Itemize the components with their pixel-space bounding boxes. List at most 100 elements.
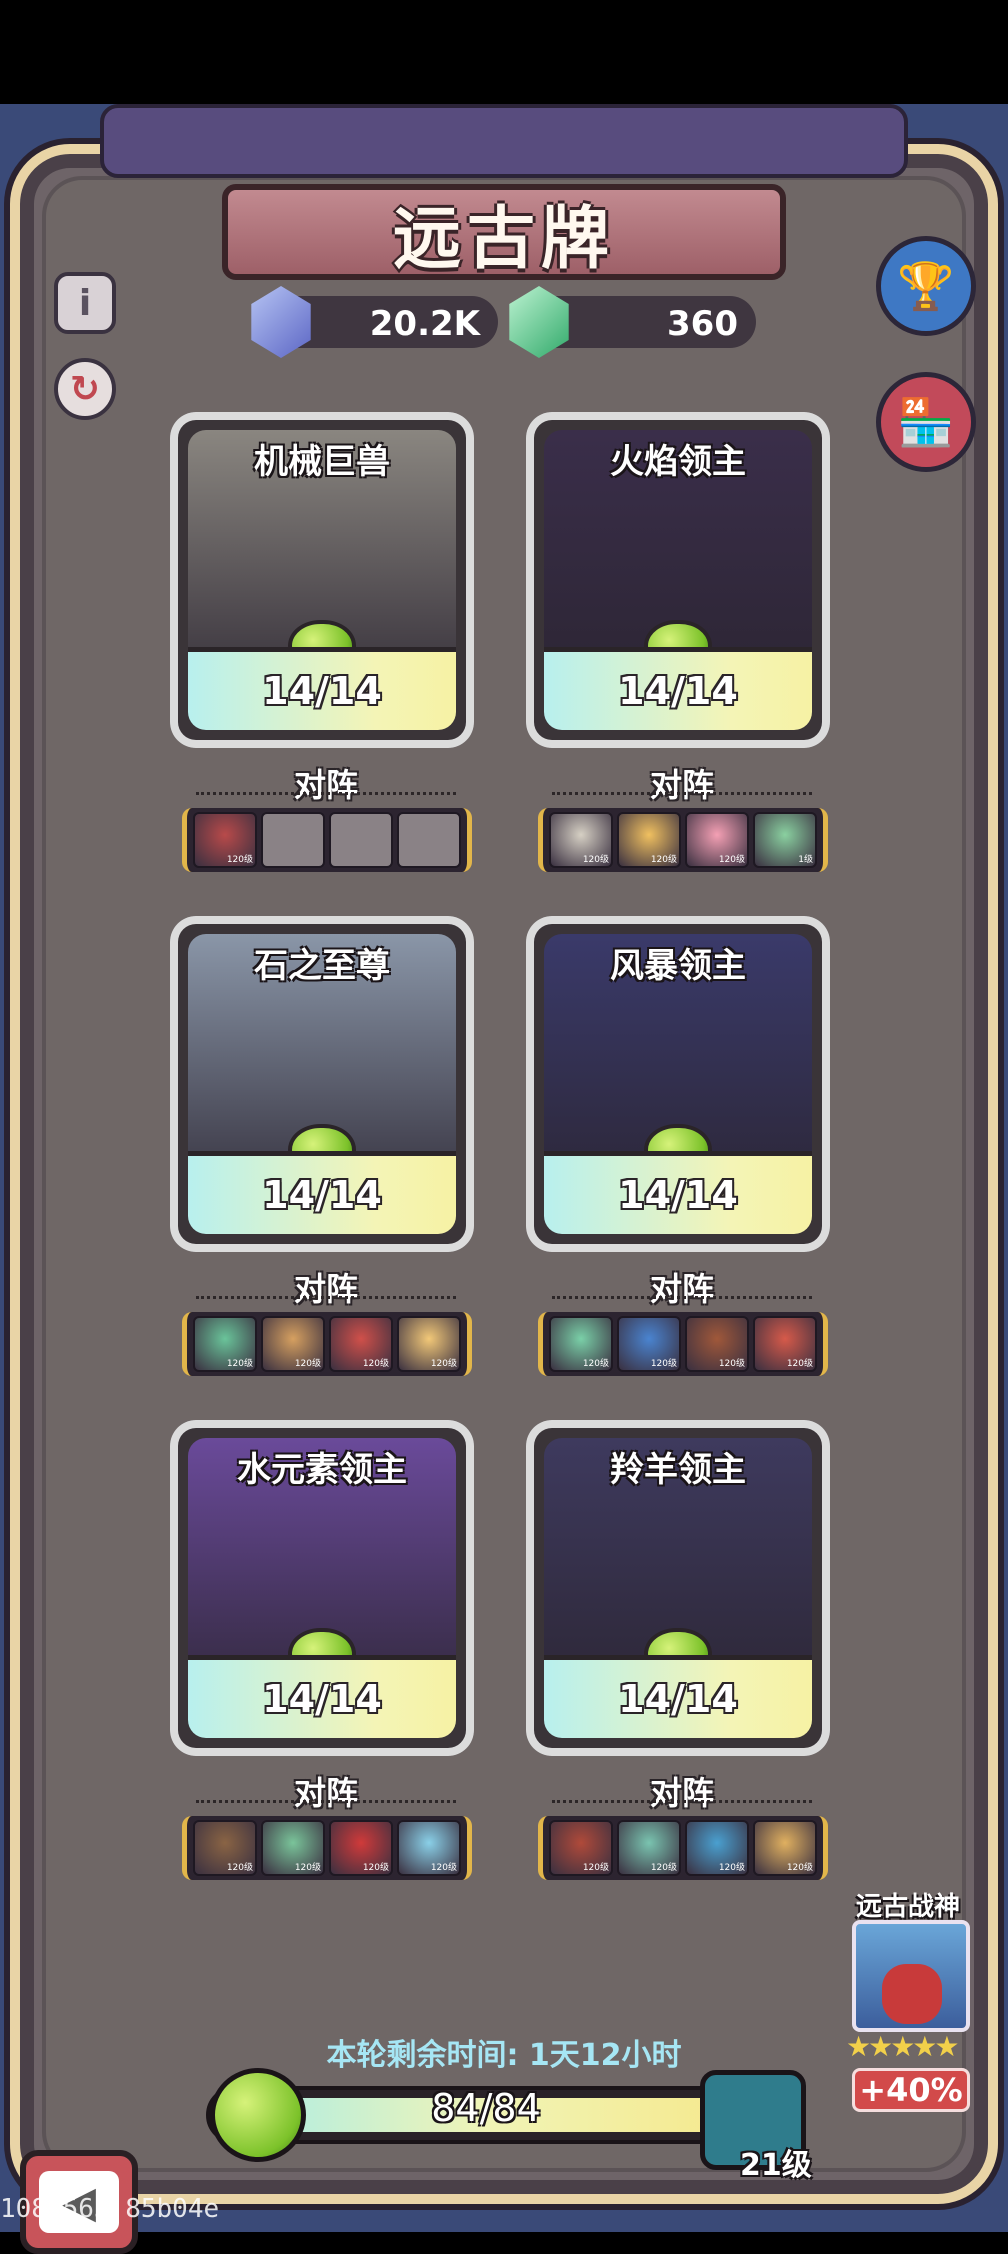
- hero-level: 120级: [226, 1863, 253, 1873]
- hero-level: 120级: [294, 1359, 321, 1369]
- lineup-row-4[interactable]: 120级 120级 120级 120级: [538, 1312, 828, 1376]
- boss-progress-text: 14/14: [262, 1677, 382, 1721]
- green-gem-counter: 360: [509, 286, 756, 358]
- lineup-row-2[interactable]: 120级 120级 120级 1级: [538, 808, 828, 872]
- hero-slot[interactable]: 120级: [397, 1316, 461, 1372]
- hero-level: 120级: [650, 1359, 677, 1369]
- ancient-god-portrait[interactable]: [852, 1920, 970, 2032]
- hero-slot[interactable]: 120级: [549, 1820, 613, 1876]
- hero-level: 120级: [718, 855, 745, 865]
- title-banner: 远古牌: [222, 184, 786, 280]
- hero-slot[interactable]: 120级: [261, 1820, 325, 1876]
- hero-slot[interactable]: 120级: [617, 1316, 681, 1372]
- hero-level: 120级: [430, 1863, 457, 1873]
- boss-progress-text: 14/14: [262, 1173, 382, 1217]
- refresh-icon: ↻: [69, 368, 101, 410]
- boss-card-3[interactable]: 石之至尊 14/14: [170, 916, 474, 1252]
- lineup-row-6[interactable]: 120级 120级 120级 120级: [538, 1816, 828, 1880]
- refresh-button[interactable]: ↻: [54, 358, 116, 420]
- lineup-label: 对阵: [649, 1270, 714, 1308]
- hero-slot[interactable]: 120级: [549, 1316, 613, 1372]
- hero-level: 120级: [582, 855, 609, 865]
- hero-slot[interactable]: 120级: [329, 1820, 393, 1876]
- boss-name: 水元素领主: [237, 1450, 407, 1490]
- round-timer: 本轮剩余时间: 1天12小时: [326, 2038, 682, 2073]
- boss-progress-bar: 14/14: [188, 647, 456, 730]
- boss-progress-bar: 14/14: [544, 1655, 812, 1738]
- hero-slot[interactable]: 120级: [753, 1316, 817, 1372]
- boss-progress-bar: 14/14: [188, 1655, 456, 1738]
- hero-level: 1级: [798, 855, 813, 865]
- hero-slot[interactable]: 120级: [397, 1820, 461, 1876]
- hero-slot[interactable]: 120级: [617, 1820, 681, 1876]
- green-gem-value: 360: [667, 304, 738, 344]
- hero-slot[interactable]: 120级: [685, 812, 749, 868]
- bull-head-icon: [882, 1964, 942, 2024]
- page-title: 远古牌: [392, 199, 615, 279]
- level-label: 21级: [740, 2148, 812, 2183]
- lineup-label: 对阵: [649, 1774, 714, 1812]
- boss-card-6[interactable]: 羚羊领主 14/14: [526, 1420, 830, 1756]
- build-watermark: 1087563 85b04e: [0, 2194, 220, 2224]
- boss-name: 石之至尊: [254, 946, 390, 986]
- hero-slot[interactable]: 1级: [753, 812, 817, 868]
- hero-level: 120级: [718, 1359, 745, 1369]
- ancient-god-title: 远古战神: [856, 1892, 961, 1922]
- divider: [552, 792, 812, 795]
- hero-level: 120级: [582, 1359, 609, 1369]
- hero-slot[interactable]: 120级: [617, 812, 681, 868]
- divider: [196, 1800, 456, 1803]
- info-button[interactable]: i: [54, 272, 116, 334]
- hero-level: 120级: [226, 855, 253, 865]
- boss-card-2[interactable]: 火焰领主 14/14: [526, 412, 830, 748]
- bean-icon: [210, 2068, 306, 2162]
- lineup-label: 对阵: [293, 1270, 358, 1308]
- hero-level: 120级: [294, 1863, 321, 1873]
- top-bar: [100, 104, 908, 178]
- blue-gem-value: 20.2K: [369, 304, 480, 344]
- hero-level: 120级: [226, 1359, 253, 1369]
- hero-level: 120级: [650, 1863, 677, 1873]
- empty-hero-slot[interactable]: [397, 812, 461, 868]
- hero-slot[interactable]: 120级: [685, 1316, 749, 1372]
- lineup-row-5[interactable]: 120级 120级 120级 120级: [182, 1816, 472, 1880]
- hero-level: 120级: [362, 1863, 389, 1873]
- hero-slot[interactable]: 120级: [329, 1316, 393, 1372]
- lineup-row-3[interactable]: 120级 120级 120级 120级: [182, 1312, 472, 1376]
- boss-card-5[interactable]: 水元素领主 14/14: [170, 1420, 474, 1756]
- game-stage: 远古牌 20.2K 360 i ↻ 🏆 🏪 机械巨兽 14/14 火焰领主 14…: [0, 104, 1008, 2254]
- shop-button[interactable]: 🏪: [876, 372, 976, 472]
- lineup-label: 对阵: [649, 766, 714, 804]
- hero-level: 120级: [582, 1863, 609, 1873]
- empty-hero-slot[interactable]: [329, 812, 393, 868]
- boss-progress-text: 14/14: [262, 669, 382, 713]
- boss-name: 羚羊领主: [610, 1450, 746, 1490]
- lineup-row-1[interactable]: 120级: [182, 808, 472, 872]
- boss-name: 风暴领主: [610, 946, 746, 986]
- hero-slot[interactable]: 120级: [193, 812, 257, 868]
- info-icon: i: [78, 282, 92, 324]
- hero-slot[interactable]: 120级: [193, 1316, 257, 1372]
- hero-slot[interactable]: 120级: [753, 1820, 817, 1876]
- boss-card-1[interactable]: 机械巨兽 14/14: [170, 412, 474, 748]
- podium-icon: 🏆: [897, 258, 955, 313]
- boss-progress-text: 14/14: [618, 669, 738, 713]
- boss-card-4[interactable]: 风暴领主 14/14: [526, 916, 830, 1252]
- boss-progress-bar: 14/14: [544, 647, 812, 730]
- lineup-label: 对阵: [293, 1774, 358, 1812]
- ranking-button[interactable]: 🏆: [876, 236, 976, 336]
- hero-slot[interactable]: 120级: [193, 1820, 257, 1876]
- boss-name: 机械巨兽: [254, 442, 390, 482]
- divider: [552, 1296, 812, 1299]
- hero-level: 120级: [786, 1359, 813, 1369]
- shop-icon: 🏪: [897, 394, 955, 449]
- blue-gem-counter: 20.2K: [251, 286, 498, 358]
- empty-hero-slot[interactable]: [261, 812, 325, 868]
- hero-slot[interactable]: 120级: [261, 1316, 325, 1372]
- hero-slot[interactable]: 120级: [549, 812, 613, 868]
- hero-level: 120级: [430, 1359, 457, 1369]
- divider: [196, 792, 456, 795]
- hero-level: 120级: [650, 855, 677, 865]
- hero-slot[interactable]: 120级: [685, 1820, 749, 1876]
- hero-level: 120级: [362, 1359, 389, 1369]
